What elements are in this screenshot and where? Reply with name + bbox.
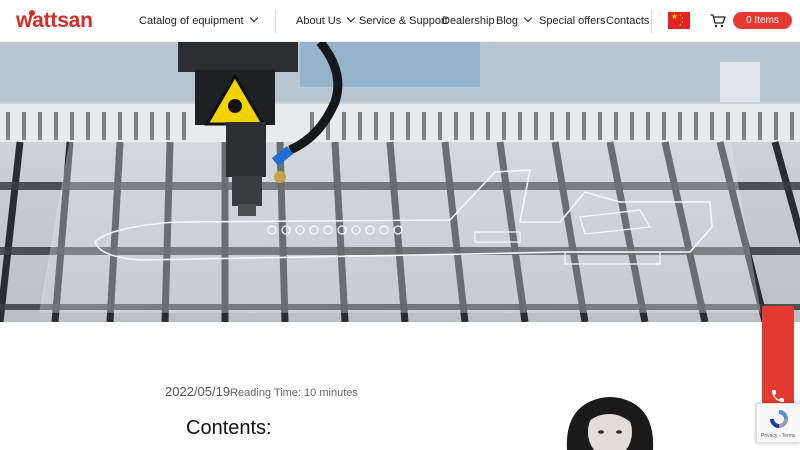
article-date: 2022/05/19 [165, 384, 231, 399]
phone-icon [772, 390, 784, 402]
nav-about-label: About Us [296, 15, 342, 27]
chevron-down-icon [347, 13, 356, 23]
china-flag-icon[interactable]: ★ ★ ★ ★ ★ [668, 12, 690, 29]
nav-blog[interactable]: Blog [496, 13, 533, 28]
nav-service[interactable]: Service & Support [359, 14, 448, 28]
nav-special-offers[interactable]: Special offers [539, 14, 605, 28]
wattsan-logo[interactable]: wattsan [16, 8, 93, 34]
cart-items-button[interactable]: 0 Items [733, 12, 792, 29]
nav-service-label: Service & Support [359, 15, 448, 27]
nav-dealership-label: Dealership [442, 15, 495, 27]
author-photo [555, 392, 665, 450]
nav-special-offers-label: Special offers [539, 15, 606, 27]
nav-contacts-label: Contacts [606, 15, 650, 27]
article-meta: 2022/05/19Reading Time: 10 minutes [165, 384, 358, 399]
nav-divider [651, 9, 652, 33]
cart-icon[interactable] [710, 14, 726, 28]
recaptcha-links[interactable]: Privacy - Terms [761, 433, 795, 439]
hero-image [0, 42, 800, 322]
nav-blog-label: Blog [496, 15, 519, 27]
site-header: wattsan Catalog of equipment About Us Se… [0, 0, 800, 42]
nav-divider [275, 9, 276, 33]
recaptcha-icon [770, 410, 788, 428]
logo-dot [29, 10, 35, 16]
contents-heading: Contents: [186, 417, 272, 439]
nav-dealership[interactable]: Dealership [442, 14, 495, 28]
nav-catalog-label: Catalog of equipment [139, 15, 244, 27]
nav-catalog[interactable]: Catalog of equipment [139, 13, 258, 28]
nav-contacts[interactable]: Contacts [606, 14, 649, 28]
laser-cutting-photo [0, 42, 800, 322]
recaptcha-badge[interactable]: Privacy - Terms [756, 403, 800, 443]
reading-time: Reading Time: 10 minutes [230, 387, 358, 399]
logo-text: wattsan [16, 9, 93, 32]
nav-about[interactable]: About Us [296, 13, 356, 28]
call-button[interactable] [762, 306, 794, 418]
chevron-down-icon [523, 13, 533, 23]
chevron-down-icon [249, 13, 258, 23]
